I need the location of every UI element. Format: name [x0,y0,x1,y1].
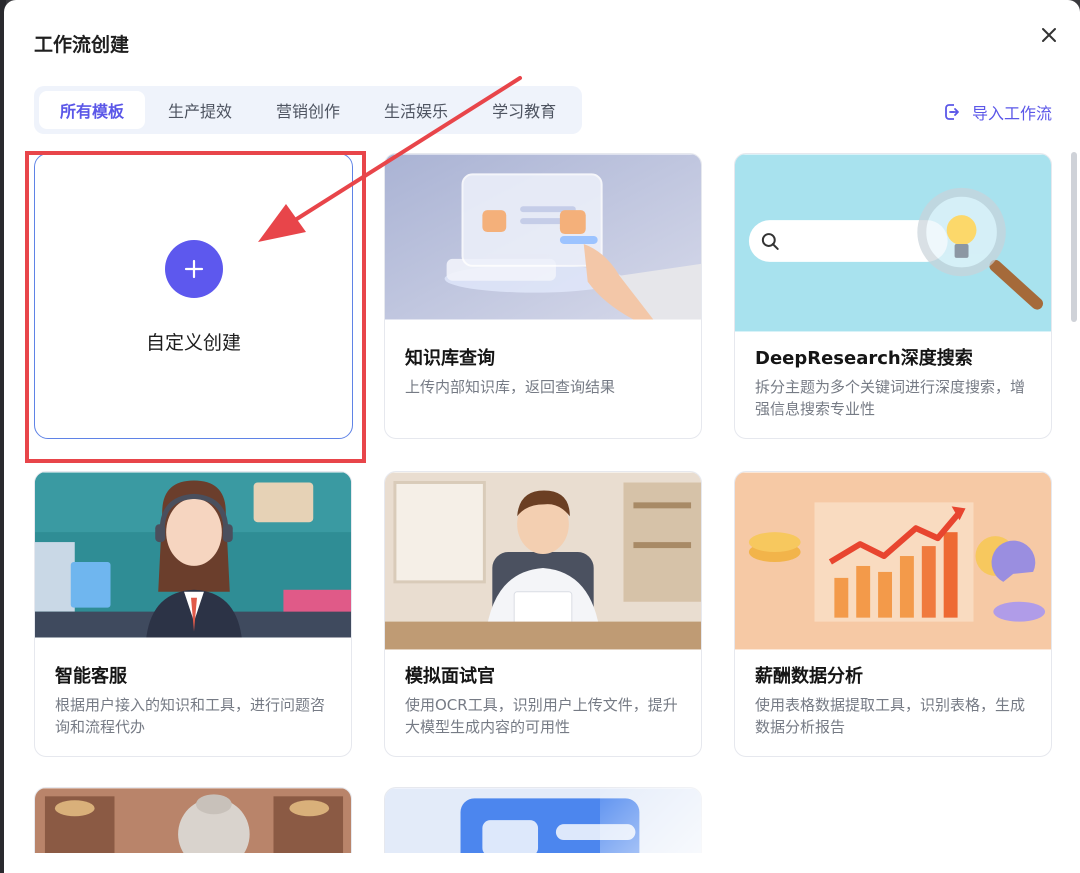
deepresearch-thumbnail [735,154,1051,332]
customer-service-thumbnail [35,472,351,638]
import-icon [945,104,961,120]
knowledge-base-thumbnail [385,154,701,320]
template-description: 根据用户接入的知识和工具，进行问题咨询和流程代办 [55,696,326,736]
template-description: 上传内部知识库，返回查询结果 [405,378,616,396]
partial-thumbnail [385,788,701,853]
tab-all-templates[interactable]: 所有模板 [39,91,146,129]
dialog-title: 工作流创建 [34,34,130,56]
tab-education[interactable]: 学习教育 [471,91,577,129]
plus-icon [184,259,204,279]
custom-create-card[interactable]: 自定义创建 [34,153,353,439]
template-title: 智能客服 [55,666,127,687]
mock-interviewer-thumbnail [385,472,701,650]
tab-lifestyle[interactable]: 生活娱乐 [363,91,469,129]
template-card-partial-2[interactable] [384,787,702,853]
template-card-knowledge-base[interactable]: 知识库查询 上传内部知识库，返回查询结果 [384,153,702,439]
template-card-salary-analysis[interactable]: 薪酬数据分析 使用表格数据提取工具，识别表格，生成数据分析报告 [734,471,1052,757]
template-card-deepresearch[interactable]: DeepResearch深度搜索 拆分主题为多个关键词进行深度搜索，增强信息搜索… [734,153,1052,439]
custom-create-label: 自定义创建 [145,332,241,354]
template-title: 薪酬数据分析 [755,666,863,687]
import-workflow-button[interactable]: 导入工作流 [944,100,1052,124]
close-icon [1042,28,1056,42]
template-grid: 自定义创建 知识库查询 上传内部知识库，返回查询结果 DeepResearch深… [34,153,1056,853]
template-description: 拆分主题为多个关键词进行深度搜索，增强信息搜索专业性 [755,378,1026,418]
salary-analysis-thumbnail [735,472,1051,650]
close-button[interactable] [1036,22,1062,48]
import-workflow-label: 导入工作流 [971,104,1052,123]
template-description: 使用OCR工具，识别用户上传文件，提升大模型生成内容的可用性 [405,696,678,736]
category-tabs: 所有模板 生产提效 营销创作 生活娱乐 学习教育 [34,86,583,134]
partial-thumbnail [35,788,351,853]
tab-productivity[interactable]: 生产提效 [147,91,253,129]
template-card-partial-1[interactable] [34,787,352,853]
template-description: 使用表格数据提取工具，识别表格，生成数据分析报告 [755,696,1026,736]
plus-button[interactable] [165,240,223,298]
template-card-mock-interviewer[interactable]: 模拟面试官 使用OCR工具，识别用户上传文件，提升大模型生成内容的可用性 [384,471,702,757]
workflow-create-dialog: 工作流创建 所有模板 生产提效 营销创作 生活娱乐 学习教育 导入工作流 自定义… [4,0,1080,873]
template-title: DeepResearch深度搜索 [755,348,973,369]
tab-marketing[interactable]: 营销创作 [255,91,361,129]
template-card-customer-service[interactable]: 智能客服 根据用户接入的知识和工具，进行问题咨询和流程代办 [34,471,352,757]
template-title: 知识库查询 [405,348,495,369]
template-title: 模拟面试官 [405,666,495,687]
scrollbar[interactable] [1071,152,1077,322]
